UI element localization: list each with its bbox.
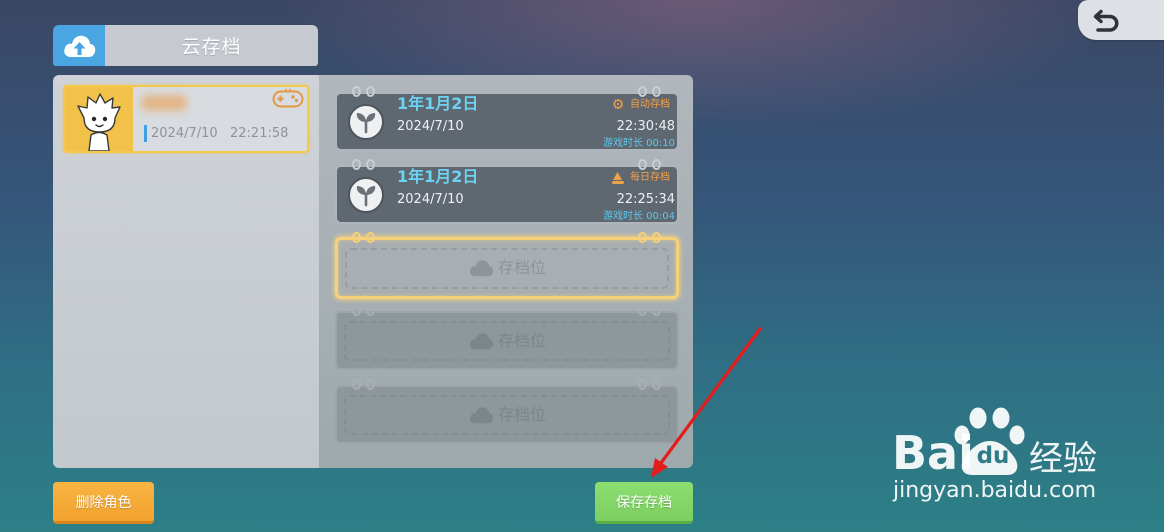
gear-icon: ⚙ [611, 97, 625, 113]
character-time: 22:21:58 [230, 126, 289, 141]
slot-date: 2024/7/10 [397, 119, 464, 134]
binder-ring [352, 159, 361, 170]
daily-save-icon [612, 172, 624, 184]
save-slot-4-empty[interactable]: 存档位 [335, 305, 679, 370]
avatar [65, 87, 133, 151]
save-slot-1[interactable]: 1年1月2日 2024/7/10 ⚙ 自动存档 22:30:48 游戏时长 00… [335, 86, 679, 151]
binder-ring [652, 159, 661, 170]
slot-tag-label: 自动存档 [630, 99, 670, 110]
empty-slot-content: 存档位 [337, 387, 677, 442]
slot-playtime: 游戏时长 00:10 [603, 138, 675, 149]
watermark-url: jingyan.baidu.com [893, 478, 1097, 503]
slot-date: 2024/7/10 [397, 192, 464, 207]
card-accent-bar [144, 125, 147, 142]
sprout-icon [348, 177, 384, 213]
empty-slot-label: 存档位 [497, 258, 546, 277]
empty-slot-content: 存档位 [338, 240, 676, 296]
save-slot-2[interactable]: 1年1月2日 2024/7/10 每日存档 22:25:34 游戏时长 00:0… [335, 159, 679, 224]
delete-character-button[interactable]: 删除角色 [53, 482, 154, 524]
slot-playtime: 游戏时长 00:04 [603, 211, 675, 222]
empty-slot-label: 存档位 [497, 330, 546, 350]
save-game-button[interactable]: 保存存档 [595, 482, 693, 524]
character-card[interactable]: 2024/7/10 22:21:58 [63, 85, 309, 153]
empty-slot-label: 存档位 [497, 404, 546, 424]
save-slot-5-empty[interactable]: 存档位 [335, 379, 679, 444]
binder-ring [366, 159, 375, 170]
back-button[interactable] [1078, 0, 1164, 40]
back-icon [1093, 9, 1119, 32]
cloud-icon [469, 332, 494, 349]
slot-title: 1年1月2日 [397, 167, 479, 186]
binder-ring [638, 159, 647, 170]
gamepad-icon [272, 89, 304, 108]
save-slot-3-empty-selected[interactable]: 存档位 [335, 232, 679, 299]
binder-ring [366, 86, 375, 97]
cloud-icon [469, 260, 494, 277]
binder-ring [352, 86, 361, 97]
binder-ring [652, 86, 661, 97]
slot-time: 22:30:48 [616, 119, 675, 134]
binder-ring [638, 86, 647, 97]
cloud-icon [469, 406, 494, 423]
empty-slot-content: 存档位 [337, 313, 677, 368]
watermark-brand-paw: du [976, 443, 1010, 469]
cloud-upload-icon [53, 25, 105, 66]
cloud-save-tab[interactable]: 云存档 [53, 25, 318, 66]
character-date: 2024/7/10 [151, 126, 218, 141]
page-title: 云存档 [105, 25, 318, 66]
slot-tag: ⚙ 自动存档 [611, 98, 670, 112]
slot-tag: 每日存档 [611, 171, 670, 185]
sprout-icon [348, 104, 384, 140]
slot-tag-label: 每日存档 [630, 172, 670, 183]
watermark-brand-right: 经验 [1029, 439, 1097, 479]
player-name-blurred [141, 95, 187, 111]
slot-title: 1年1月2日 [397, 94, 479, 113]
slot-time: 22:25:34 [616, 192, 675, 207]
